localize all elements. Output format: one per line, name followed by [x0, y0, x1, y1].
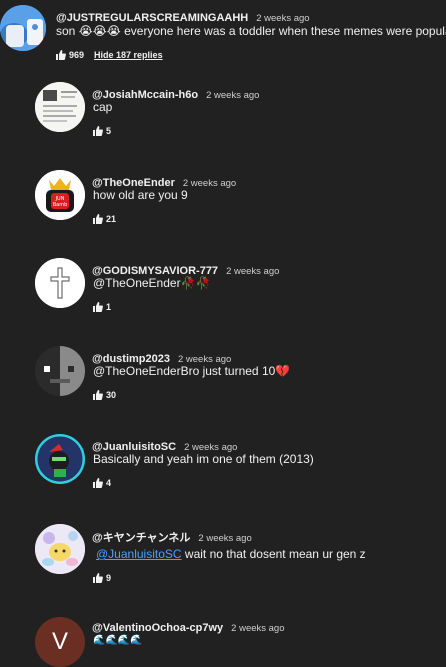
mention-link[interactable]: @JuanluisitoSC	[96, 547, 182, 561]
reply-item: @JuanluisitoSC 2 weeks ago Basically and …	[0, 432, 446, 502]
reply-item: @キヤンチャンネル 2 weeks ago @JuanluisitoSC wait…	[0, 522, 446, 592]
comment-text: @TheOneEnder🥀🥀	[93, 276, 211, 290]
like-row: 969 Hide 187 replies	[56, 50, 163, 60]
like-count: 4	[106, 478, 112, 488]
top-comment: @JUSTREGULARSCREAMINGAAHH 2 weeks ago son…	[0, 0, 446, 70]
comment-header: @ValentinoOchoa-cp7wy 2 weeks ago	[92, 618, 285, 636]
timestamp[interactable]: 2 weeks ago	[231, 623, 284, 634]
avatar[interactable]	[35, 434, 85, 484]
thumbs-up-icon[interactable]	[56, 50, 66, 60]
thumbs-up-icon[interactable]	[93, 126, 103, 136]
reply-item: @JosiahMccain-h6o 2 weeks ago cap 5	[0, 80, 446, 150]
author-name[interactable]: @ValentinoOchoa-cp7wy	[92, 622, 223, 634]
avatar[interactable]	[0, 5, 46, 51]
timestamp[interactable]: 2 weeks ago	[256, 13, 309, 24]
timestamp[interactable]: 2 weeks ago	[226, 266, 279, 277]
avatar-image	[0, 5, 46, 51]
reply-item: @GODISMYSAVIOR-777 2 weeks ago @TheOneEnd…	[0, 256, 446, 326]
avatar-image	[35, 346, 85, 396]
thumbs-up-icon[interactable]	[93, 573, 103, 583]
comment-header: @JosiahMccain-h6o 2 weeks ago	[92, 85, 259, 103]
avatar[interactable]	[35, 258, 85, 308]
svg-text:Bamb: Bamb	[53, 202, 68, 208]
like-count: 9	[106, 573, 112, 583]
hide-replies-button[interactable]: Hide 187 replies	[94, 50, 163, 60]
comment-text: Basically and yeah im one of them (2013)	[93, 452, 314, 466]
like-row: 4	[93, 478, 111, 488]
timestamp[interactable]: 2 weeks ago	[206, 90, 259, 101]
comment-text: 🌊🌊🌊🌊	[93, 635, 143, 646]
thumbs-up-icon[interactable]	[93, 478, 103, 488]
comment-text: cap	[93, 100, 113, 114]
like-row: 5	[93, 126, 111, 136]
comment-text-prefix: son	[56, 24, 79, 38]
like-row: 21	[93, 214, 116, 224]
comment-text: son 😭😭😭 everyone here was a toddler when…	[56, 24, 446, 38]
comment-text-suffix: everyone here was a toddler when these m…	[120, 24, 446, 38]
avatar-image	[35, 524, 85, 574]
like-count: 1	[106, 302, 112, 312]
comment-text-body: wait no that dosent mean ur gen z	[181, 547, 366, 561]
avatar-image	[35, 434, 85, 484]
avatar[interactable]: JUN Bamb	[35, 170, 85, 220]
like-count: 5	[106, 126, 112, 136]
timestamp[interactable]: 2 weeks ago	[183, 178, 236, 189]
reply-item: V @ValentinoOchoa-cp7wy 2 weeks ago 🌊🌊🌊🌊	[0, 612, 446, 667]
thumbs-up-icon[interactable]	[93, 302, 103, 312]
comment-text: @JuanluisitoSC wait no that dosent mean …	[96, 547, 366, 561]
author-name[interactable]: @JUSTREGULARSCREAMINGAAHH	[56, 12, 248, 24]
cross-icon	[35, 258, 85, 308]
like-row: 1	[93, 302, 111, 312]
like-count: 30	[106, 390, 117, 400]
thumbs-up-icon[interactable]	[93, 214, 103, 224]
crying-emoji: 😭😭😭	[78, 24, 121, 38]
comment-text: @TheOneEnderBro just turned 10💔	[93, 364, 291, 378]
like-count: 21	[106, 214, 117, 224]
avatar[interactable]: V	[35, 617, 85, 667]
like-row: 9	[93, 573, 111, 583]
reply-item: @dustimp2023 2 weeks ago @TheOneEnderBro …	[0, 344, 446, 414]
timestamp[interactable]: 2 weeks ago	[198, 533, 251, 544]
reply-item: JUN Bamb @TheOneEnder 2 weeks ago how old…	[0, 168, 446, 238]
thumbs-up-icon[interactable]	[93, 390, 103, 400]
comment-header: @キヤンチャンネル 2 weeks ago	[92, 528, 252, 546]
avatar[interactable]	[35, 524, 85, 574]
avatar-image: JUN Bamb	[35, 170, 85, 220]
avatar-image	[35, 82, 85, 132]
author-name[interactable]: @キヤンチャンネル	[92, 532, 190, 544]
like-row: 30	[93, 390, 116, 400]
comment-text: how old are you 9	[93, 188, 188, 202]
avatar[interactable]	[35, 82, 85, 132]
avatar[interactable]	[35, 346, 85, 396]
like-count: 969	[69, 50, 85, 60]
avatar-letter: V	[51, 628, 68, 655]
